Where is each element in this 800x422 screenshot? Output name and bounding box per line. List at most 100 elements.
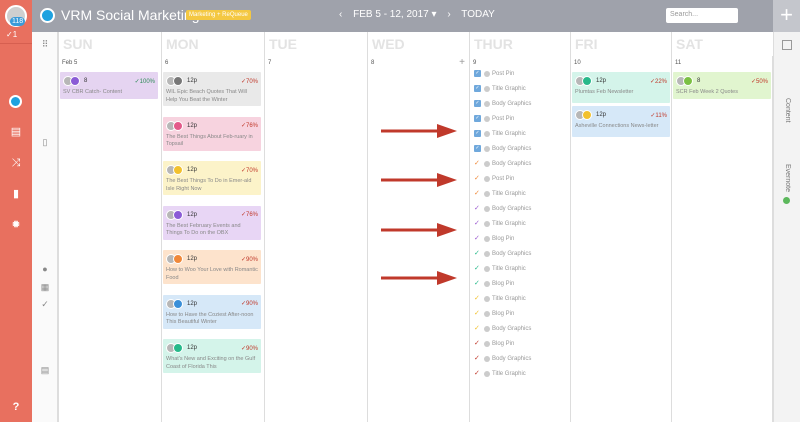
avatar — [484, 295, 490, 302]
task-item[interactable]: ✓ Body Graphics — [474, 250, 531, 257]
task-item[interactable]: ✓ Body Graphics — [474, 205, 531, 212]
avatar — [484, 340, 490, 347]
avatar — [484, 310, 490, 317]
calendar-icon[interactable]: ▦ — [40, 282, 50, 292]
content-card[interactable]: 12p ✓70% WIL Epic Beach Quotes That Will H… — [163, 72, 261, 106]
check-icon[interactable]: ✓ — [474, 295, 481, 302]
content-card[interactable]: 12p ✓90% How to Have the Coziest After-noo… — [163, 294, 261, 329]
task-item[interactable]: ✓ Body Graphics — [474, 145, 531, 152]
card-progress: ✓70% — [240, 78, 258, 85]
checkbox-icon[interactable]: ✓ — [474, 100, 481, 107]
task-item[interactable]: ✓ Body Graphics — [474, 325, 531, 332]
content-card[interactable]: 12p ✓70% The Best Things To Do in Emer-ald… — [163, 161, 261, 195]
day-column-wed[interactable]: 8 + — [367, 56, 469, 422]
notes-icon[interactable]: ▤ — [40, 365, 50, 375]
check-icon[interactable]: ✓ — [474, 355, 481, 362]
prev-week-button[interactable]: ‹ — [339, 9, 342, 20]
content-card[interactable]: 12p ✓76% The Best February Events and Thin… — [163, 205, 261, 240]
check-icon[interactable]: ✓ — [40, 299, 50, 309]
task-item[interactable]: ✓ Blog Pin — [474, 280, 514, 287]
card-time: 12p — [596, 78, 607, 84]
content-card[interactable]: 12p ✓22% Plumtas Feb Newsletter — [572, 72, 670, 103]
content-card[interactable]: 8 ✓100% SV CBR Catch- Content — [60, 72, 158, 99]
app-title[interactable]: VRM Social Marketing — [61, 7, 200, 23]
day-column-tue[interactable]: 7 — [264, 56, 367, 422]
task-item[interactable]: ✓ Blog Pin — [474, 310, 514, 317]
check-icon[interactable]: ✓ — [474, 250, 481, 257]
today-button[interactable]: TODAY — [461, 9, 495, 20]
checkbox-icon[interactable]: ✓ — [474, 85, 481, 92]
day-column-thur[interactable]: 9 ✓ Post Pin ✓ Title Graphic ✓ Body Graphics ✓… — [469, 56, 570, 422]
task-item[interactable]: ✓ Body Graphics — [474, 355, 531, 362]
check-icon[interactable]: ✓ — [474, 205, 481, 212]
task-item[interactable]: ✓ Title Graphic — [474, 295, 526, 302]
check-icon[interactable]: ✓ — [474, 220, 481, 227]
task-item[interactable]: ✓ Title Graphic — [474, 85, 526, 92]
date-number: 6 — [165, 60, 169, 66]
date-range-selector[interactable]: FEB 5 - 12, 2017 ▾ — [353, 9, 436, 20]
content-card[interactable]: 12p ✓90% What's New and Exciting on the Gu… — [163, 339, 261, 373]
content-card[interactable]: 12p ✓11% Asheville Connections News-letter — [572, 106, 670, 137]
stats-nav-icon[interactable]: ▮ — [9, 187, 23, 201]
check-icon[interactable]: ✓ — [474, 340, 481, 347]
day-column-fri[interactable]: 10 12p ✓22% Plumtas Feb Newsletter 12p ✓11% A… — [570, 56, 671, 422]
check-icon[interactable]: ✓ — [474, 160, 481, 167]
grid-view-icon[interactable]: ⠿ — [40, 39, 50, 49]
check-icon[interactable]: ✓ — [474, 325, 481, 332]
content-tab[interactable]: Content — [784, 98, 791, 123]
checkbox-icon[interactable]: ✓ — [474, 70, 481, 77]
add-button[interactable]: + — [773, 0, 800, 32]
content-card[interactable]: 12p ✓90% How to Woo Your Love with Romanti… — [163, 250, 261, 284]
comment-icon[interactable]: ● — [40, 264, 50, 274]
task-item[interactable]: ✓ Title Graphic — [474, 265, 526, 272]
next-week-button[interactable]: › — [447, 9, 450, 20]
top-bar: VRM Social Marketing Marketing + ReQueue… — [32, 0, 773, 32]
task-item[interactable]: ✓ Body Graphics — [474, 100, 531, 107]
avatar — [484, 280, 490, 287]
service-icon — [173, 254, 183, 264]
content-card[interactable]: 8 ✓50% SCR Feb Week 2 Quotes — [673, 72, 771, 99]
search-input[interactable]: Search... — [666, 8, 738, 23]
card-time: 12p — [596, 112, 607, 118]
checkbox-icon[interactable]: ✓ — [474, 130, 481, 137]
day-column-mon[interactable]: 6 12p ✓70% WIL Epic Beach Quotes That Will… — [161, 56, 264, 422]
task-item[interactable]: ✓ Post Pin — [474, 115, 514, 122]
calendar-nav-icon[interactable] — [9, 95, 22, 108]
task-item[interactable]: ✓ Title Graphic — [474, 220, 526, 227]
check-icon[interactable]: ✓ — [474, 280, 481, 287]
check-icon[interactable]: ✓ — [474, 370, 481, 377]
add-event-icon[interactable]: + — [459, 57, 465, 68]
check-icon[interactable]: ✓ — [474, 265, 481, 272]
task-item[interactable]: ✓ Title Graphic — [474, 190, 526, 197]
check-icon[interactable]: ✓ — [474, 310, 481, 317]
day-column-sat[interactable]: 11 8 ✓50% SCR Feb Week 2 Quotes — [671, 56, 773, 422]
evernote-tab[interactable]: Evernote — [784, 164, 791, 192]
checkbox-icon[interactable]: ✓ — [474, 145, 481, 152]
help-icon[interactable]: ? — [9, 400, 23, 414]
day-column-sun[interactable]: Feb 5 8 ✓100% SV CBR Catch- Content — [58, 56, 161, 422]
notification-badge[interactable]: 118 — [10, 17, 26, 26]
task-item[interactable]: ✓ Post Pin — [474, 175, 514, 182]
task-item[interactable]: ✓ Blog Pin — [474, 340, 514, 347]
task-item[interactable]: ✓ Body Graphics — [474, 160, 531, 167]
check-icon[interactable]: ✓ — [474, 175, 481, 182]
check-icon[interactable]: ✓ — [474, 235, 481, 242]
panel-toggle-icon[interactable] — [782, 40, 792, 50]
card-time: 12p — [187, 122, 198, 129]
task-count[interactable]: ✓1 — [6, 30, 17, 39]
workspace-pill[interactable]: Marketing + ReQueue — [186, 10, 251, 20]
document-icon[interactable]: ▯ — [40, 137, 50, 147]
task-item[interactable]: ✓ Title Graphic — [474, 370, 526, 377]
task-item[interactable]: ✓ Blog Pin — [474, 235, 514, 242]
day-header-sun: SUN — [58, 32, 161, 56]
task-item[interactable]: ✓ Title Graphic — [474, 130, 526, 137]
list-nav-icon[interactable]: ▤ — [9, 125, 23, 139]
settings-gear-icon[interactable]: ✹ — [9, 218, 23, 232]
check-icon[interactable]: ✓ — [474, 190, 481, 197]
checkbox-icon[interactable]: ✓ — [474, 115, 481, 122]
megaphone-icon — [70, 76, 80, 86]
task-item[interactable]: ✓ Post Pin — [474, 70, 514, 77]
evernote-icon — [783, 197, 790, 204]
content-card[interactable]: 12p ✓76% The Best Things About Feb-ruary i… — [163, 116, 261, 151]
shuffle-nav-icon[interactable]: ⤨ — [9, 156, 23, 170]
